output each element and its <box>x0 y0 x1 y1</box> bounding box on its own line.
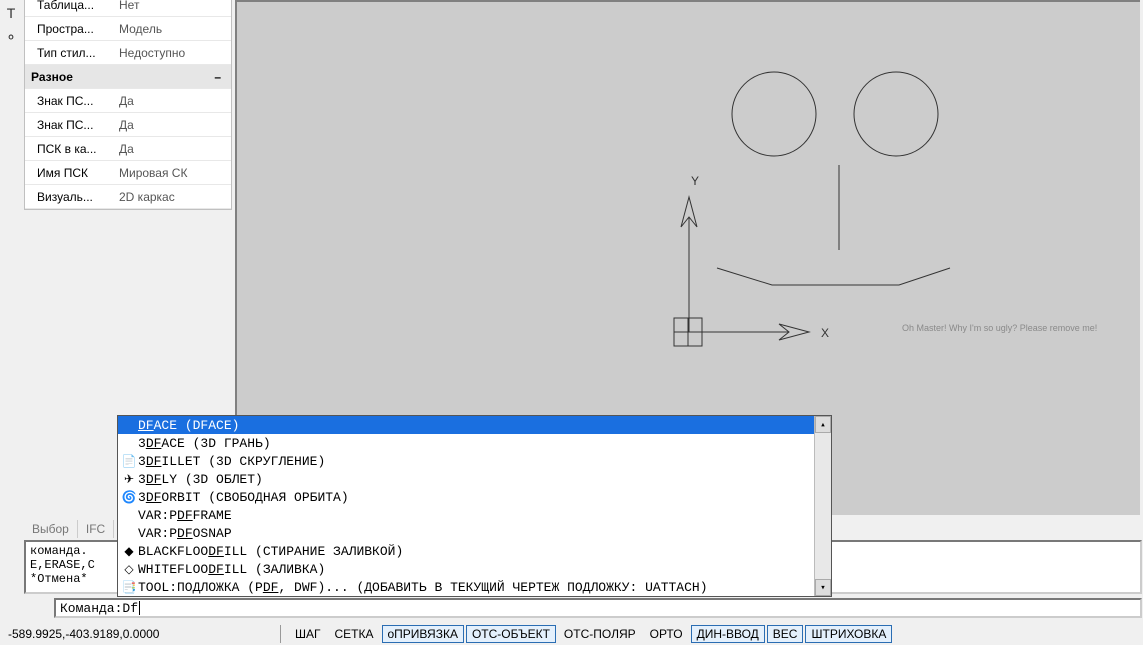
status-toggle[interactable]: ОРТО <box>644 625 689 643</box>
property-value[interactable]: Мировая СК <box>115 163 231 183</box>
property-row[interactable]: Знак ПС... Да <box>25 113 231 137</box>
autocomplete-item-icon: ◆ <box>120 544 138 558</box>
autocomplete-item[interactable]: ✈3DFLY (3D ОБЛЕТ) <box>118 470 814 488</box>
property-row[interactable]: Знак ПС... Да <box>25 89 231 113</box>
axis-y-label: Y <box>691 174 699 188</box>
property-row[interactable]: Имя ПСК Мировая СК <box>25 161 231 185</box>
tab-select[interactable]: Выбор <box>24 520 78 538</box>
autocomplete-item-icon: 🌀 <box>120 490 138 504</box>
scrollbar-track[interactable] <box>815 433 831 579</box>
autocomplete-item[interactable]: DFACE (DFACE) <box>118 416 814 434</box>
circle-tool-icon[interactable]: ⚬ <box>0 26 22 48</box>
status-bar: -589.9925,-403.9189,0.0000 ШАГСЕТКАоПРИВ… <box>0 622 1143 645</box>
command-prompt: Команда: <box>60 601 122 616</box>
autocomplete-item[interactable]: 📑TOOL:ПОДЛОЖКА (PDF, DWF)... (ДОБАВИТЬ В… <box>118 578 814 596</box>
property-value[interactable]: 2D каркас <box>115 187 231 207</box>
status-toggle[interactable]: ДИН-ВВОД <box>691 625 765 643</box>
property-value[interactable]: Нет <box>115 0 231 15</box>
status-toggle[interactable]: ОТС-ПОЛЯР <box>558 625 642 643</box>
property-label: ПСК в ка... <box>25 139 115 159</box>
property-value[interactable]: Недоступно <box>115 43 231 63</box>
property-value[interactable]: Да <box>115 139 231 159</box>
property-row[interactable]: Таблица... Нет <box>25 0 231 17</box>
autocomplete-item[interactable]: ◇WHITEFLOODFILL (ЗАЛИВКА) <box>118 560 814 578</box>
property-value[interactable]: Модель <box>115 19 231 39</box>
autocomplete-item-icon: ◇ <box>120 562 138 576</box>
status-toggle[interactable]: ШАГ <box>289 625 327 643</box>
axis-x-label: X <box>821 326 829 340</box>
autocomplete-item-label: VAR:PDFOSNAP <box>138 526 232 541</box>
autocomplete-item[interactable]: ◆BLACKFLOODFILL (СТИРАНИЕ ЗАЛИВКОЙ) <box>118 542 814 560</box>
autocomplete-item[interactable]: VAR:PDFOSNAP <box>118 524 814 542</box>
property-label: Знак ПС... <box>25 115 115 135</box>
property-label: Визуаль... <box>25 187 115 207</box>
property-row[interactable]: ПСК в ка... Да <box>25 137 231 161</box>
status-toggle[interactable]: оПРИВЯЗКА <box>382 625 464 643</box>
left-toolbar: T ⚬ <box>0 0 24 50</box>
command-typed-text: Df <box>122 601 138 616</box>
autocomplete-item-label: 3DFORBIT (СВОБОДНАЯ ОРБИТА) <box>138 490 349 505</box>
autocomplete-item[interactable]: VAR:PDFFRAME <box>118 506 814 524</box>
autocomplete-item-icon: ✈ <box>120 472 138 486</box>
property-section-header[interactable]: Разное – <box>25 65 231 89</box>
status-toggle[interactable]: ШТРИХОВКА <box>805 625 892 643</box>
property-label: Знак ПС... <box>25 91 115 111</box>
property-label: Имя ПСК <box>25 163 115 183</box>
separator <box>280 625 281 643</box>
autocomplete-item-icon: 📄 <box>120 454 138 468</box>
autocomplete-list[interactable]: DFACE (DFACE) 3DFACE (3D ГРАНЬ)📄3DFILLET … <box>118 416 814 596</box>
property-value[interactable]: Да <box>115 115 231 135</box>
status-toggle[interactable]: СЕТКА <box>329 625 380 643</box>
property-value[interactable]: Да <box>115 91 231 111</box>
property-row[interactable]: Тип стил... Недоступно <box>25 41 231 65</box>
autocomplete-item-label: TOOL:ПОДЛОЖКА (PDF, DWF)... (ДОБАВИТЬ В … <box>138 580 708 595</box>
autocomplete-item-label: 3DFILLET (3D СКРУГЛЕНИЕ) <box>138 454 325 469</box>
status-toggle[interactable]: ОТС-ОБЪЕКТ <box>466 625 556 643</box>
autocomplete-item[interactable]: 3DFACE (3D ГРАНЬ) <box>118 434 814 452</box>
collapse-icon[interactable]: – <box>210 70 225 84</box>
mode-toggles: ШАГСЕТКАоПРИВЯЗКАОТС-ОБЪЕКТОТС-ПОЛЯРОРТО… <box>280 625 892 643</box>
autocomplete-item-label: VAR:PDFFRAME <box>138 508 232 523</box>
caret-icon <box>139 601 140 615</box>
property-label: Простра... <box>25 19 115 39</box>
canvas-annotation: Oh Master! Why I'm so ugly? Please remov… <box>902 323 1097 333</box>
autocomplete-item-label: BLACKFLOODFILL (СТИРАНИЕ ЗАЛИВКОЙ) <box>138 544 403 559</box>
property-label: Таблица... <box>25 0 115 15</box>
command-input[interactable]: Команда: Df <box>54 598 1142 618</box>
section-title: Разное <box>31 70 73 84</box>
property-label: Тип стил... <box>25 43 115 63</box>
props-tabs: Выбор IFC <box>24 520 114 538</box>
property-row[interactable]: Визуаль... 2D каркас <box>25 185 231 209</box>
text-tool-icon[interactable]: T <box>0 2 22 24</box>
autocomplete-item-icon: 📑 <box>120 580 138 594</box>
autocomplete-scrollbar[interactable]: ▴ ▾ <box>814 416 831 596</box>
command-autocomplete-popup: DFACE (DFACE) 3DFACE (3D ГРАНЬ)📄3DFILLET … <box>117 415 832 597</box>
property-row[interactable]: Простра... Модель <box>25 17 231 41</box>
coordinates-readout: -589.9925,-403.9189,0.0000 <box>0 627 280 641</box>
autocomplete-item-label: 3DFACE (3D ГРАНЬ) <box>138 436 271 451</box>
tab-ifc[interactable]: IFC <box>78 520 114 538</box>
properties-panel: Таблица... Нет Простра... Модель Тип сти… <box>24 0 232 210</box>
autocomplete-item-label: WHITEFLOODFILL (ЗАЛИВКА) <box>138 562 325 577</box>
autocomplete-item[interactable]: 📄3DFILLET (3D СКРУГЛЕНИЕ) <box>118 452 814 470</box>
scroll-up-icon[interactable]: ▴ <box>815 416 831 433</box>
scroll-down-icon[interactable]: ▾ <box>815 579 831 596</box>
autocomplete-item[interactable]: 🌀3DFORBIT (СВОБОДНАЯ ОРБИТА) <box>118 488 814 506</box>
autocomplete-item-label: 3DFLY (3D ОБЛЕТ) <box>138 472 263 487</box>
status-toggle[interactable]: ВЕС <box>767 625 804 643</box>
autocomplete-item-label: DFACE (DFACE) <box>138 418 239 433</box>
